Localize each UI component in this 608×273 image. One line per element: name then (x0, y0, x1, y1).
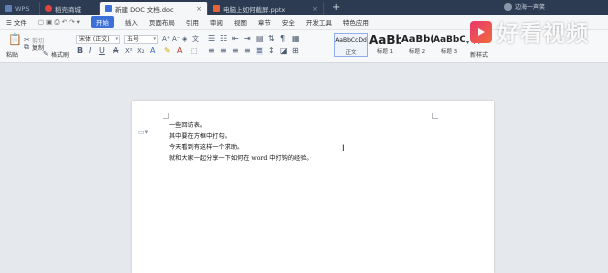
tab-label: 电脑上如何截屏.pptx (223, 5, 286, 14)
align-center-icon[interactable]: ≡ (220, 47, 227, 55)
indent-icon[interactable]: ⇥ (244, 35, 251, 43)
style-preview: AaBb (369, 33, 401, 47)
style-name: 正文 (345, 50, 357, 56)
style-heading-2[interactable]: AaBb( 标题 2 (401, 33, 433, 57)
watermark-logo-icon (470, 21, 492, 43)
paragraph-handle-icon[interactable]: ▭▾ (138, 128, 148, 136)
document-line: 今天看到有这样一个求助。 (169, 144, 244, 151)
italic-icon[interactable]: I (89, 47, 91, 55)
bold-icon[interactable]: B (77, 47, 83, 55)
text-cursor-icon: I (342, 144, 345, 154)
bullets-icon[interactable]: ☰ (208, 35, 215, 43)
menu-security[interactable]: 安全 (282, 17, 295, 27)
align-left-icon[interactable]: ≡ (208, 47, 215, 55)
style-preview: AaBbC (433, 35, 465, 45)
paste-icon[interactable]: 📋 (8, 34, 22, 45)
menu-developer[interactable]: 开发工具 (306, 17, 332, 27)
format-painter-icon[interactable]: ✎ (43, 50, 49, 58)
document-workspace: ▭▾ 一些回访表。 其中要在方框中打勾。 今天看到有这样一个求助。 就和大家一起… (0, 63, 608, 273)
watermark: 好看视频 (470, 2, 608, 62)
style-preview: AaBbCcDd (335, 37, 367, 44)
outdent-icon[interactable]: ⇤ (232, 35, 239, 43)
menu-quick-icons[interactable]: ▢ ▣ ⎙ ↶ ↷ ▾ (38, 18, 80, 27)
pinyin-icon[interactable]: 文 (192, 35, 199, 43)
format-painter-button[interactable]: 格式刷 (51, 50, 69, 59)
store-icon (45, 5, 52, 12)
underline-icon[interactable]: U (99, 47, 105, 55)
menu-chapter[interactable]: 章节 (258, 17, 271, 27)
table-border-icon[interactable]: ⊞ (292, 47, 299, 55)
chevron-down-icon: ▾ (115, 36, 118, 42)
font-size-select[interactable]: 五号 ▾ (124, 35, 158, 44)
ppt-icon (213, 5, 220, 12)
style-name: 标题 2 (408, 49, 426, 55)
highlight-icon[interactable]: ✎ (164, 47, 171, 55)
tab-document[interactable]: 新建 DOC 文档.doc × (100, 2, 208, 15)
menu-insert[interactable]: 插入 (125, 17, 138, 27)
tab-pptx[interactable]: 电脑上如何截屏.pptx × (208, 2, 324, 15)
close-tab-icon[interactable]: × (312, 5, 318, 13)
justify-icon[interactable]: ≡ (244, 47, 251, 55)
document-page[interactable]: ▭▾ 一些回访表。 其中要在方框中打勾。 今天看到有这样一个求助。 就和大家一起… (132, 101, 494, 273)
chinese-layout-icon[interactable]: ▤ (256, 35, 264, 43)
watermark-text: 好看视频 (497, 22, 590, 47)
tab-label: 稻壳商城 (55, 5, 81, 14)
char-border-icon[interactable]: ⬚ (191, 47, 198, 55)
line-spacing-icon[interactable]: ↕ (268, 47, 275, 55)
margin-corner (163, 113, 169, 119)
menu-review[interactable]: 审阅 (210, 17, 223, 27)
menu-references[interactable]: 引用 (186, 17, 199, 27)
menu-features[interactable]: 特色应用 (343, 17, 369, 27)
font-select[interactable]: 宋体 (正文) ▾ (76, 35, 120, 44)
shrink-font-icon[interactable]: A⁻ (172, 35, 180, 43)
margin-corner (432, 113, 438, 119)
superscript-icon[interactable]: X² (125, 47, 133, 55)
style-heading-3[interactable]: AaBbC 标题 3 (433, 33, 465, 57)
align-right-icon[interactable]: ≡ (232, 47, 239, 55)
menu-file[interactable]: ☰ 文件 (6, 17, 27, 27)
chevron-down-icon: ▾ (153, 36, 156, 42)
border-icon[interactable]: ▦ (292, 35, 300, 43)
new-tab-icon[interactable]: + (332, 2, 340, 13)
document-line: 其中要在方框中打勾。 (169, 133, 231, 140)
tab-store[interactable]: 稻壳商城 (40, 2, 100, 15)
show-marks-icon[interactable]: ¶ (280, 35, 285, 43)
copy-icon[interactable]: ⧉ (24, 43, 29, 51)
paste-button[interactable]: 粘贴 (6, 50, 18, 59)
document-line: 就和大家一起分享一下如何在 word 中打钩的经验。 (169, 155, 313, 162)
tab-label: 新建 DOC 文档.doc (115, 5, 174, 14)
font-color-icon[interactable]: A (177, 47, 182, 55)
text-effect-icon[interactable]: A (150, 47, 155, 55)
style-name: 标题 1 (376, 49, 394, 55)
numbering-icon[interactable]: ☷ (220, 35, 227, 43)
style-preview: AaBb( (401, 34, 433, 45)
close-tab-icon[interactable]: × (196, 5, 202, 13)
shading-icon[interactable]: ◪ (280, 47, 288, 55)
doc-icon (105, 5, 112, 12)
style-normal[interactable]: AaBbCcDd 正文 (334, 33, 368, 57)
distribute-icon[interactable]: ≣ (256, 47, 263, 55)
menu-page-layout[interactable]: 页面布局 (149, 17, 175, 27)
sort-icon[interactable]: ⇅ (268, 35, 275, 43)
wps-logo-icon (5, 5, 12, 12)
menu-view[interactable]: 视图 (234, 17, 247, 27)
document-line: 一些回访表。 (169, 122, 207, 129)
style-heading-1[interactable]: AaBb 标题 1 (369, 33, 401, 57)
tab-wps[interactable]: WPS (0, 2, 40, 15)
subscript-icon[interactable]: X₂ (137, 47, 145, 55)
menu-start[interactable]: 开始 (90, 16, 114, 28)
strikethrough-icon[interactable]: A (113, 47, 118, 55)
grow-font-icon[interactable]: A⁺ (162, 35, 170, 43)
styles-scroll-icon[interactable]: ▾ (466, 39, 469, 47)
style-name: 标题 3 (440, 49, 458, 55)
tab-label: WPS (15, 4, 30, 13)
clear-format-icon[interactable]: ◈ (182, 35, 187, 43)
